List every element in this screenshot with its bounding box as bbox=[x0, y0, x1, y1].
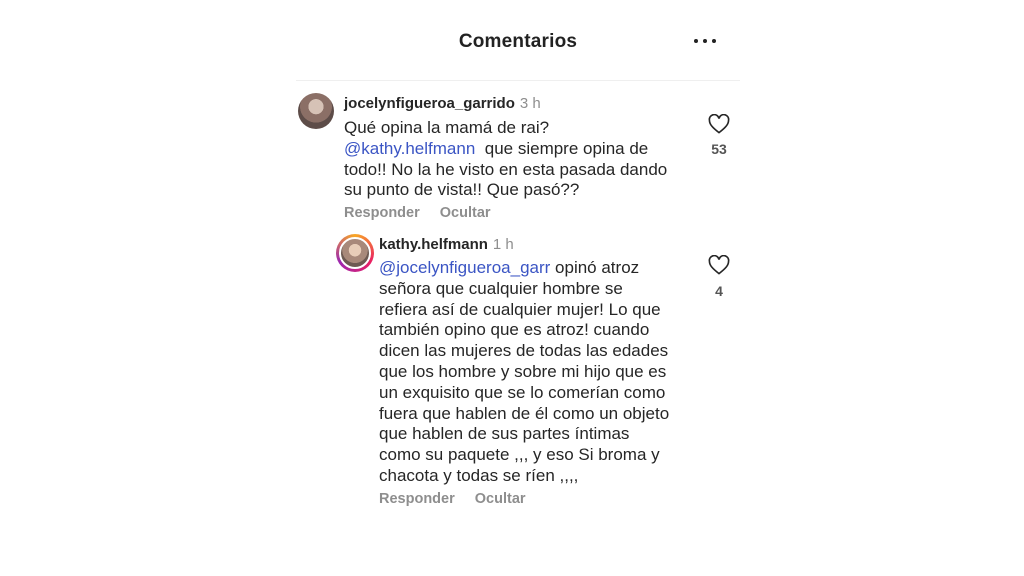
comment-username[interactable]: kathy.helfmann bbox=[379, 236, 488, 253]
comment-line: @kathy.helfmann que siempre opina de bbox=[344, 138, 649, 158]
comment-line: un exquisito que se lo comerían como bbox=[379, 382, 666, 402]
comment-line: chacota y todas se ríen ,,,, bbox=[379, 465, 579, 485]
header-divider bbox=[296, 80, 740, 81]
comment-username[interactable]: jocelynfigueroa_garrido bbox=[344, 95, 515, 112]
like-count: 4 bbox=[715, 283, 723, 299]
hide-button[interactable]: Ocultar bbox=[475, 491, 526, 507]
comment-line: su punto de vista!! Que pasó?? bbox=[344, 180, 580, 200]
comment-line: que hablen de sus partes íntimas bbox=[379, 424, 630, 444]
like-count: 53 bbox=[711, 141, 727, 157]
more-options-icon[interactable] bbox=[693, 33, 717, 47]
mention-link[interactable]: @kathy.helfmann bbox=[344, 139, 475, 158]
comment-line: que los hombre y sobre mi hijo que es bbox=[379, 361, 667, 381]
heart-outline-icon[interactable] bbox=[708, 114, 730, 134]
comment-text: Qué opina la mamá de rai? @kathy.helfman… bbox=[344, 118, 704, 201]
comment-line: @jocelynfigueroa_garr opinó atroz bbox=[379, 258, 640, 277]
comment-meta: kathy.helfmann 1 h bbox=[379, 236, 514, 253]
comment-line: todo!! No la he visto en esta pasada dan… bbox=[344, 159, 668, 179]
comment-time: 1 h bbox=[492, 236, 514, 253]
comment-line: Qué opina la mamá de rai? bbox=[344, 118, 550, 137]
comment-line: como su paquete ,,, y eso Si broma y bbox=[379, 445, 660, 465]
comment-line: señora que cualquier hombre se bbox=[379, 278, 623, 298]
comment-actions: Responder Ocultar bbox=[344, 205, 507, 221]
comment-meta: jocelynfigueroa_garrido 3 h bbox=[344, 95, 541, 112]
avatar[interactable] bbox=[298, 93, 334, 129]
mention-link[interactable]: @jocelynfigueroa_garr bbox=[379, 258, 550, 277]
reply-button[interactable]: Responder bbox=[344, 205, 420, 221]
comment-line: dicen las mujeres de todas las edades bbox=[379, 341, 669, 361]
avatar[interactable] bbox=[339, 237, 371, 269]
heart-outline-icon[interactable] bbox=[708, 255, 730, 275]
comment-line: refiera así de cualquier mujer! Lo que bbox=[379, 299, 661, 319]
comment-time: 3 h bbox=[519, 95, 541, 112]
hide-button[interactable]: Ocultar bbox=[440, 205, 491, 221]
page-title: Comentarios bbox=[458, 31, 578, 52]
comment-actions: Responder Ocultar bbox=[379, 491, 542, 507]
comment-line: también opino que es atroz! cuando bbox=[379, 320, 650, 340]
reply-button[interactable]: Responder bbox=[379, 491, 455, 507]
comment-text: @jocelynfigueroa_garr opinó atroz señora… bbox=[379, 258, 709, 487]
comment-line: fuera que hablen de él como un objeto bbox=[379, 403, 670, 423]
